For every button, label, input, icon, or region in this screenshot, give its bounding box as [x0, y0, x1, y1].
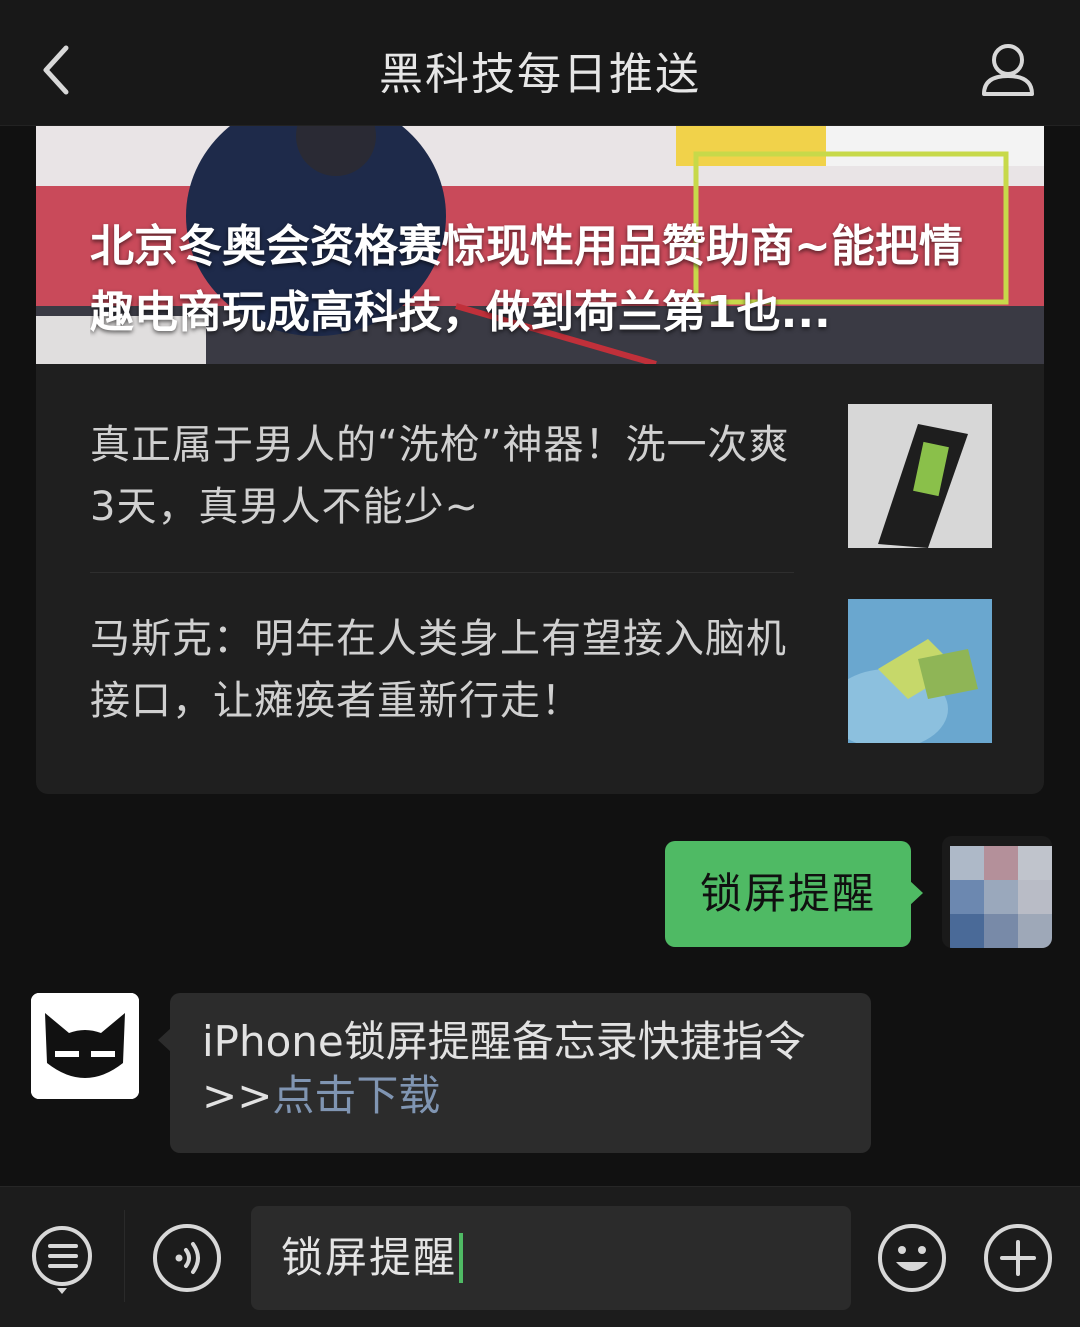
voice-button[interactable] — [151, 1222, 223, 1294]
article-thumbnail — [848, 599, 992, 743]
article-item-title: 真正属于男人的“洗枪”神器！洗一次爽3天，真男人不能少~ — [90, 422, 790, 530]
article-card[interactable]: 北京冬奥会资格赛惊现性用品赞助商~能把情趣电商玩成高科技，做到荷兰第1也... … — [36, 126, 1044, 794]
text-caret — [459, 1232, 464, 1283]
menu-button[interactable] — [28, 1222, 100, 1294]
profile-button[interactable] — [976, 40, 1040, 100]
emoji-button[interactable] — [876, 1222, 948, 1294]
download-link[interactable]: 点击下载 — [272, 1071, 440, 1120]
more-button[interactable] — [982, 1222, 1054, 1294]
plus-icon — [984, 1224, 1052, 1292]
chat-title: 黑科技每日推送 — [379, 49, 701, 100]
article-item[interactable]: 马斯克：明年在人类身上有望接入脑机接口，让瘫痪者重新行走！ — [90, 586, 992, 766]
chat-header: 黑科技每日推送 — [0, 0, 1080, 126]
message-input[interactable]: 锁屏提醒 — [251, 1206, 851, 1310]
message-input-value: 锁屏提醒 — [281, 1233, 458, 1282]
voice-icon — [153, 1224, 221, 1292]
user-icon — [982, 44, 1034, 96]
my-avatar[interactable] — [942, 836, 1052, 948]
article-item[interactable]: 真正属于男人的“洗枪”神器！洗一次爽3天，真男人不能少~ — [90, 392, 992, 572]
bot-avatar[interactable] — [31, 993, 139, 1099]
input-bar-separator — [124, 1210, 125, 1302]
article-item-title: 马斯克：明年在人类身上有望接入脑机接口，让瘫痪者重新行走！ — [90, 616, 787, 724]
article-thumbnail — [848, 404, 992, 548]
cat-logo-icon — [31, 993, 139, 1099]
divider — [90, 572, 794, 573]
received-message-bubble[interactable]: iPhone锁屏提醒备忘录快捷指令 >>点击下载 — [170, 993, 871, 1153]
emoji-icon — [878, 1224, 946, 1292]
received-message-prefix: >> — [202, 1071, 273, 1120]
hero-article-title: 北京冬奥会资格赛惊现性用品赞助商~能把情趣电商玩成高科技，做到荷兰第1也... — [90, 221, 963, 338]
received-message-text: iPhone锁屏提醒备忘录快捷指令 — [202, 1017, 806, 1066]
sent-message-bubble[interactable]: 锁屏提醒 — [665, 841, 911, 947]
sent-bubble-tail — [909, 880, 923, 906]
menu-list-icon — [32, 1226, 92, 1294]
hero-article[interactable]: 北京冬奥会资格赛惊现性用品赞助商~能把情趣电商玩成高科技，做到荷兰第1也... — [36, 126, 1044, 364]
